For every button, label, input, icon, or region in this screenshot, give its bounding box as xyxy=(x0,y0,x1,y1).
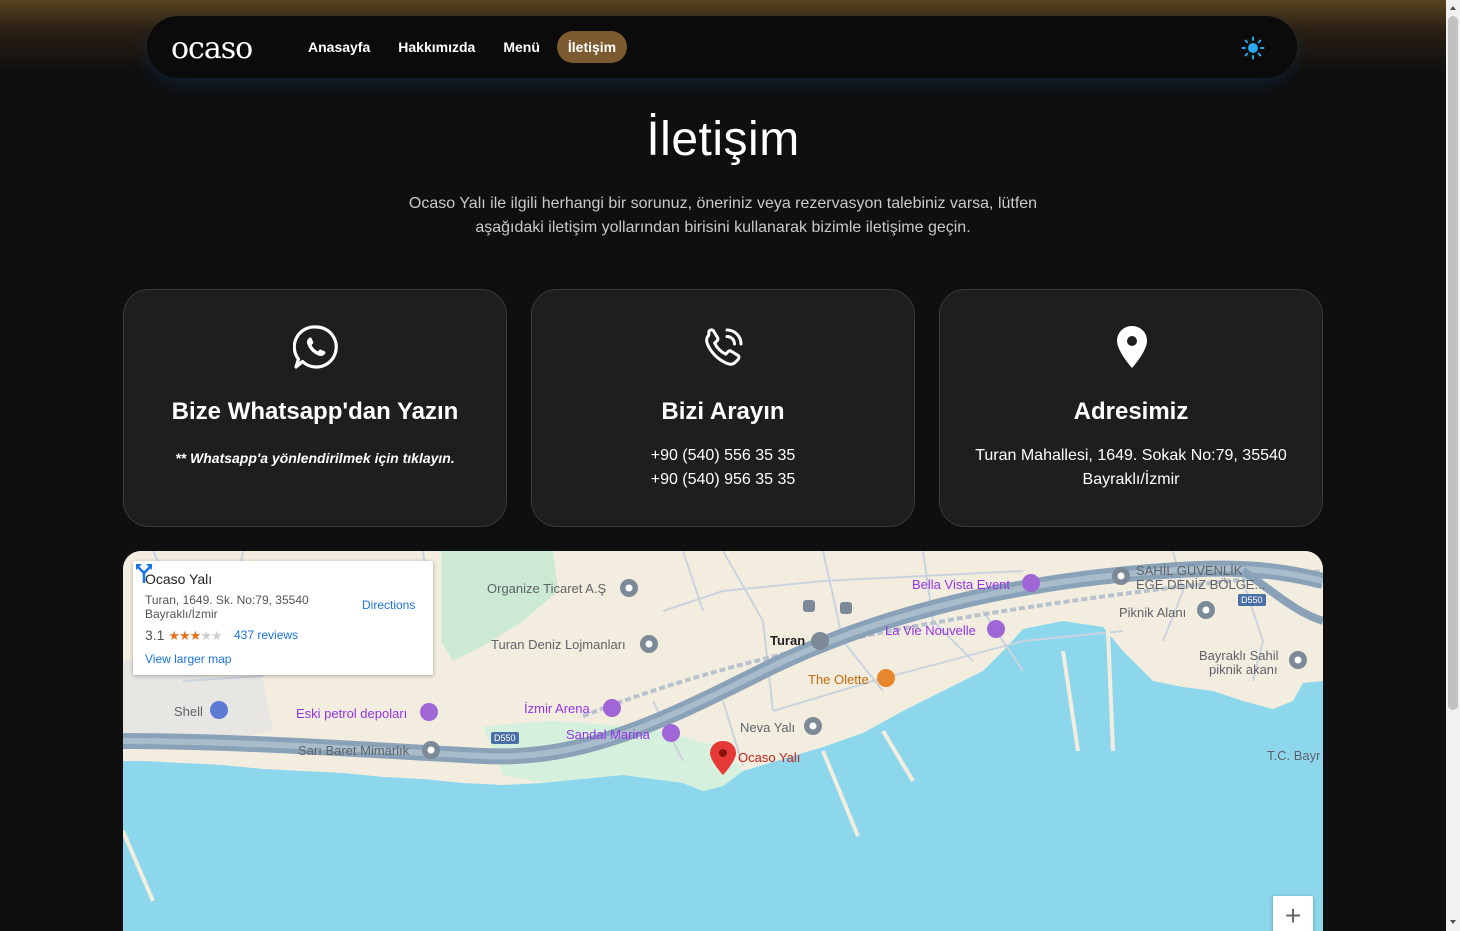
map-label-arena: İzmir Arena xyxy=(524,701,591,716)
zoom-in-button[interactable]: + xyxy=(1273,896,1313,931)
place-reviews-link[interactable]: 437 reviews xyxy=(234,628,298,642)
sun-icon[interactable] xyxy=(1241,36,1265,60)
map-label-sahil2: EGE DENİZ BÖLGE... xyxy=(1136,577,1265,592)
place-rating: 3.1 ★★★★★ xyxy=(145,627,223,644)
place-name: Ocaso Yalı xyxy=(145,571,213,587)
map-label-sahil1: SAHİL GÜVENLİK xyxy=(1136,563,1243,578)
phone-numbers: +90 (540) 556 35 35 +90 (540) 956 35 35 xyxy=(552,444,894,492)
map-label-bella: Bella Vista Event xyxy=(912,577,1010,592)
map-label-lavie: La Vie Nouvelle xyxy=(885,623,976,638)
page-description: Ocaso Yalı ile ilgili herhangi bir sorun… xyxy=(408,195,1038,236)
phone-card-title: Bizi Arayın xyxy=(661,398,785,425)
map-label-eski: Eski petrol depoları xyxy=(296,706,407,721)
address-card-title: Adresimiz xyxy=(1073,398,1189,425)
scrollbar-thumb[interactable] xyxy=(1448,16,1458,710)
nav-link-menu[interactable]: Menü xyxy=(492,31,551,63)
location-pin-icon xyxy=(1117,326,1147,368)
google-map[interactable]: D550 D550 Organize Ticaret A.Ş Turan Den… xyxy=(123,551,1323,931)
phone-number-1[interactable]: +90 (540) 556 35 35 xyxy=(651,447,796,464)
map-label-sari: Sarı Baret Mimarlık xyxy=(298,743,410,758)
address-line-1: Turan Mahallesi, 1649. Sokak No:79, 3554… xyxy=(975,447,1287,464)
address-line-2: Bayraklı/İzmir xyxy=(1082,471,1180,488)
whatsapp-card[interactable]: Bize Whatsapp'dan Yazın ** Whatsapp'a yö… xyxy=(123,289,507,527)
navbar: ocaso Anasayfa Hakkımızda Menü İletişim xyxy=(147,16,1297,78)
d550-label-1: D550 xyxy=(494,733,516,743)
view-larger-map-link[interactable]: View larger map xyxy=(145,652,231,666)
map-label-neva: Neva Yalı xyxy=(740,720,795,735)
ocaso-logo[interactable]: ocaso xyxy=(171,30,281,66)
map-label-piknik: Piknik Alanı xyxy=(1119,605,1186,620)
phone-number-2[interactable]: +90 (540) 956 35 35 xyxy=(651,471,796,488)
map-label-turan: Turan xyxy=(770,633,805,648)
address-text: Turan Mahallesi, 1649. Sokak No:79, 3554… xyxy=(960,444,1302,492)
d550-label-2: D550 xyxy=(1241,595,1263,605)
star-rating-icon: ★★★★★ xyxy=(168,628,222,643)
map-label-lojman: Turan Deniz Lojmanları xyxy=(491,637,626,652)
page-title: İletişim xyxy=(646,113,800,166)
map-label-ocaso: Ocaso Yalı xyxy=(738,750,800,765)
map-label-organize: Organize Ticaret A.Ş xyxy=(487,581,607,596)
map-label-tc: T.C. Bayr xyxy=(1267,748,1321,763)
nav-link-contact[interactable]: İletişim xyxy=(556,31,628,63)
nav-link-about[interactable]: Hakkımızda xyxy=(387,31,486,63)
phone-card: Bizi Arayın +90 (540) 556 35 35 +90 (540… xyxy=(531,289,915,527)
nav-link-home[interactable]: Anasayfa xyxy=(297,31,381,63)
directions-link[interactable]: Directions xyxy=(362,598,415,612)
map-label-olette: The Olette xyxy=(808,672,869,687)
place-address: Turan, 1649. Sk. No:79, 35540 Bayraklı/İ… xyxy=(145,593,309,621)
map-place-card: Ocaso Yalı Turan, 1649. Sk. No:79, 35540… xyxy=(133,561,433,675)
address-card: Adresimiz Turan Mahallesi, 1649. Sokak N… xyxy=(939,289,1323,527)
map-label-bayrakli1: Bayraklı Sahil xyxy=(1199,648,1279,663)
whatsapp-icon xyxy=(293,325,338,369)
map-label-sandal: Sandal Marina xyxy=(566,727,651,742)
whatsapp-card-title: Bize Whatsapp'dan Yazın xyxy=(171,398,459,425)
map-label-shell: Shell xyxy=(174,704,203,719)
whatsapp-card-note: ** Whatsapp'a yönlendirilmek için tıklay… xyxy=(175,450,455,466)
scroll-up-arrow-icon[interactable] xyxy=(1449,4,1457,12)
map-label-bayrakli2: piknik akanı xyxy=(1209,662,1278,677)
phone-icon xyxy=(705,328,743,366)
place-rating-value: 3.1 xyxy=(145,627,165,643)
nav-links: Anasayfa Hakkımızda Menü İletişim xyxy=(297,31,628,63)
directions-icon[interactable] xyxy=(133,561,155,583)
scroll-down-arrow-icon[interactable] xyxy=(1449,918,1457,926)
logo-text: ocaso xyxy=(171,31,252,66)
